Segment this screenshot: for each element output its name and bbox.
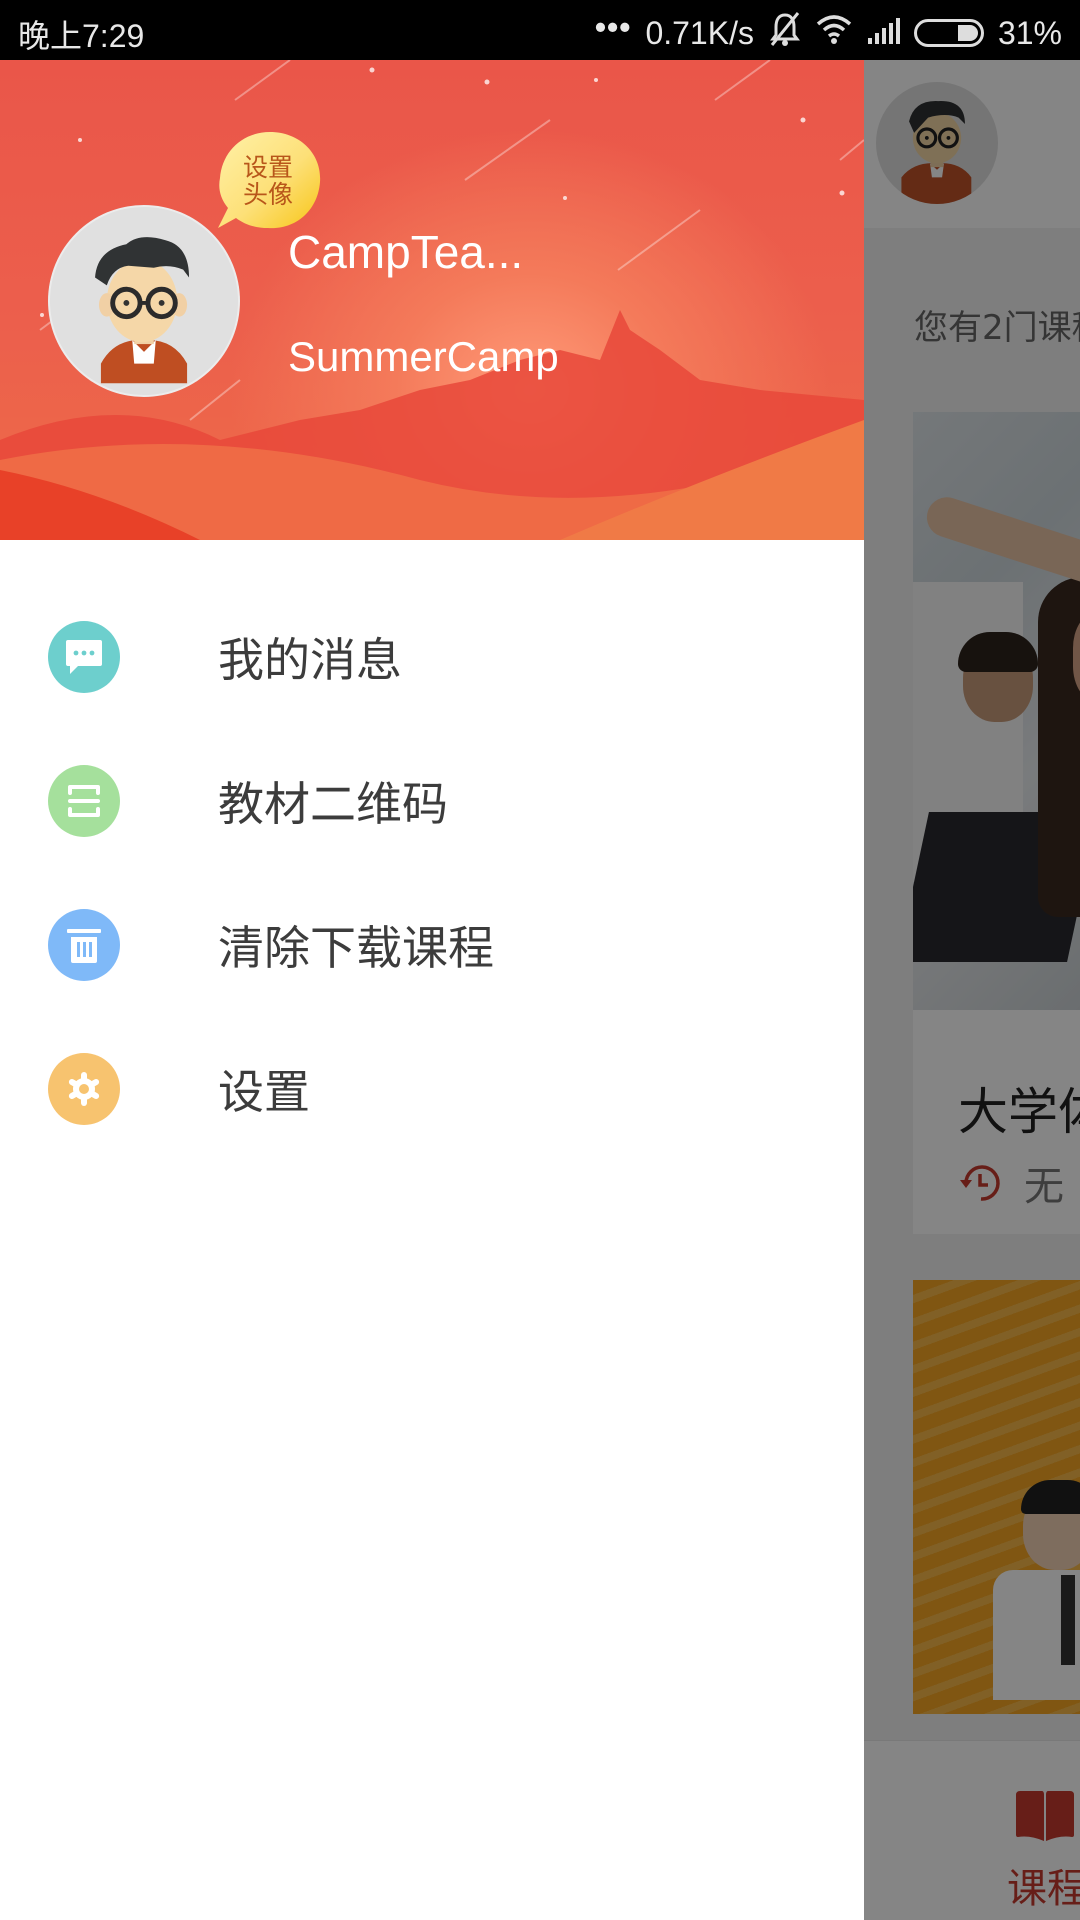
menu-label: 教材二维码: [218, 777, 448, 831]
status-right: ••• 0.71K/s 31%: [594, 8, 1062, 55]
username: CampTea...: [288, 226, 524, 278]
navigation-drawer: 设置 头像 CampTea... SummerCamp 我的消息 教材二维码 清…: [0, 60, 864, 1920]
menu-label: 清除下载课程: [218, 921, 494, 975]
menu-item-clear-downloads[interactable]: 清除下载课程: [0, 873, 864, 1017]
camp-name: SummerCamp: [288, 333, 559, 380]
scan-qr-icon: [48, 765, 120, 837]
profile-avatar[interactable]: [48, 205, 240, 397]
trash-icon: [48, 909, 120, 981]
menu-item-textbook-qr[interactable]: 教材二维码: [0, 729, 864, 873]
network-speed: 0.71K/s: [645, 14, 754, 51]
battery-icon: [913, 19, 984, 47]
drawer-menu: 我的消息 教材二维码 清除下载课程 设置: [0, 585, 864, 1161]
message-icon: [48, 621, 120, 693]
set-avatar-button[interactable]: 设置 头像: [238, 154, 298, 208]
cartoon-avatar-icon: [95, 237, 190, 384]
menu-item-settings[interactable]: 设置: [0, 1017, 864, 1161]
bubble-line-1: 设置: [242, 153, 293, 182]
gear-icon: [48, 1053, 120, 1125]
signal-icon: [866, 15, 900, 52]
wifi-icon: [816, 14, 852, 52]
drawer-header: 设置 头像 CampTea... SummerCamp: [0, 60, 864, 540]
status-time: 晚上7:29: [18, 18, 145, 54]
bell-muted-icon: [768, 11, 802, 55]
menu-label: 设置: [218, 1065, 310, 1119]
status-bar: 晚上7:29 ••• 0.71K/s 31%: [0, 0, 1080, 60]
bubble-line-2: 头像: [242, 180, 293, 209]
drawer-scrim[interactable]: [864, 60, 1080, 1920]
menu-label: 我的消息: [218, 633, 402, 687]
menu-item-messages[interactable]: 我的消息: [0, 585, 864, 729]
battery-percent: 31%: [997, 14, 1062, 51]
more-notifications-icon: •••: [594, 8, 632, 45]
